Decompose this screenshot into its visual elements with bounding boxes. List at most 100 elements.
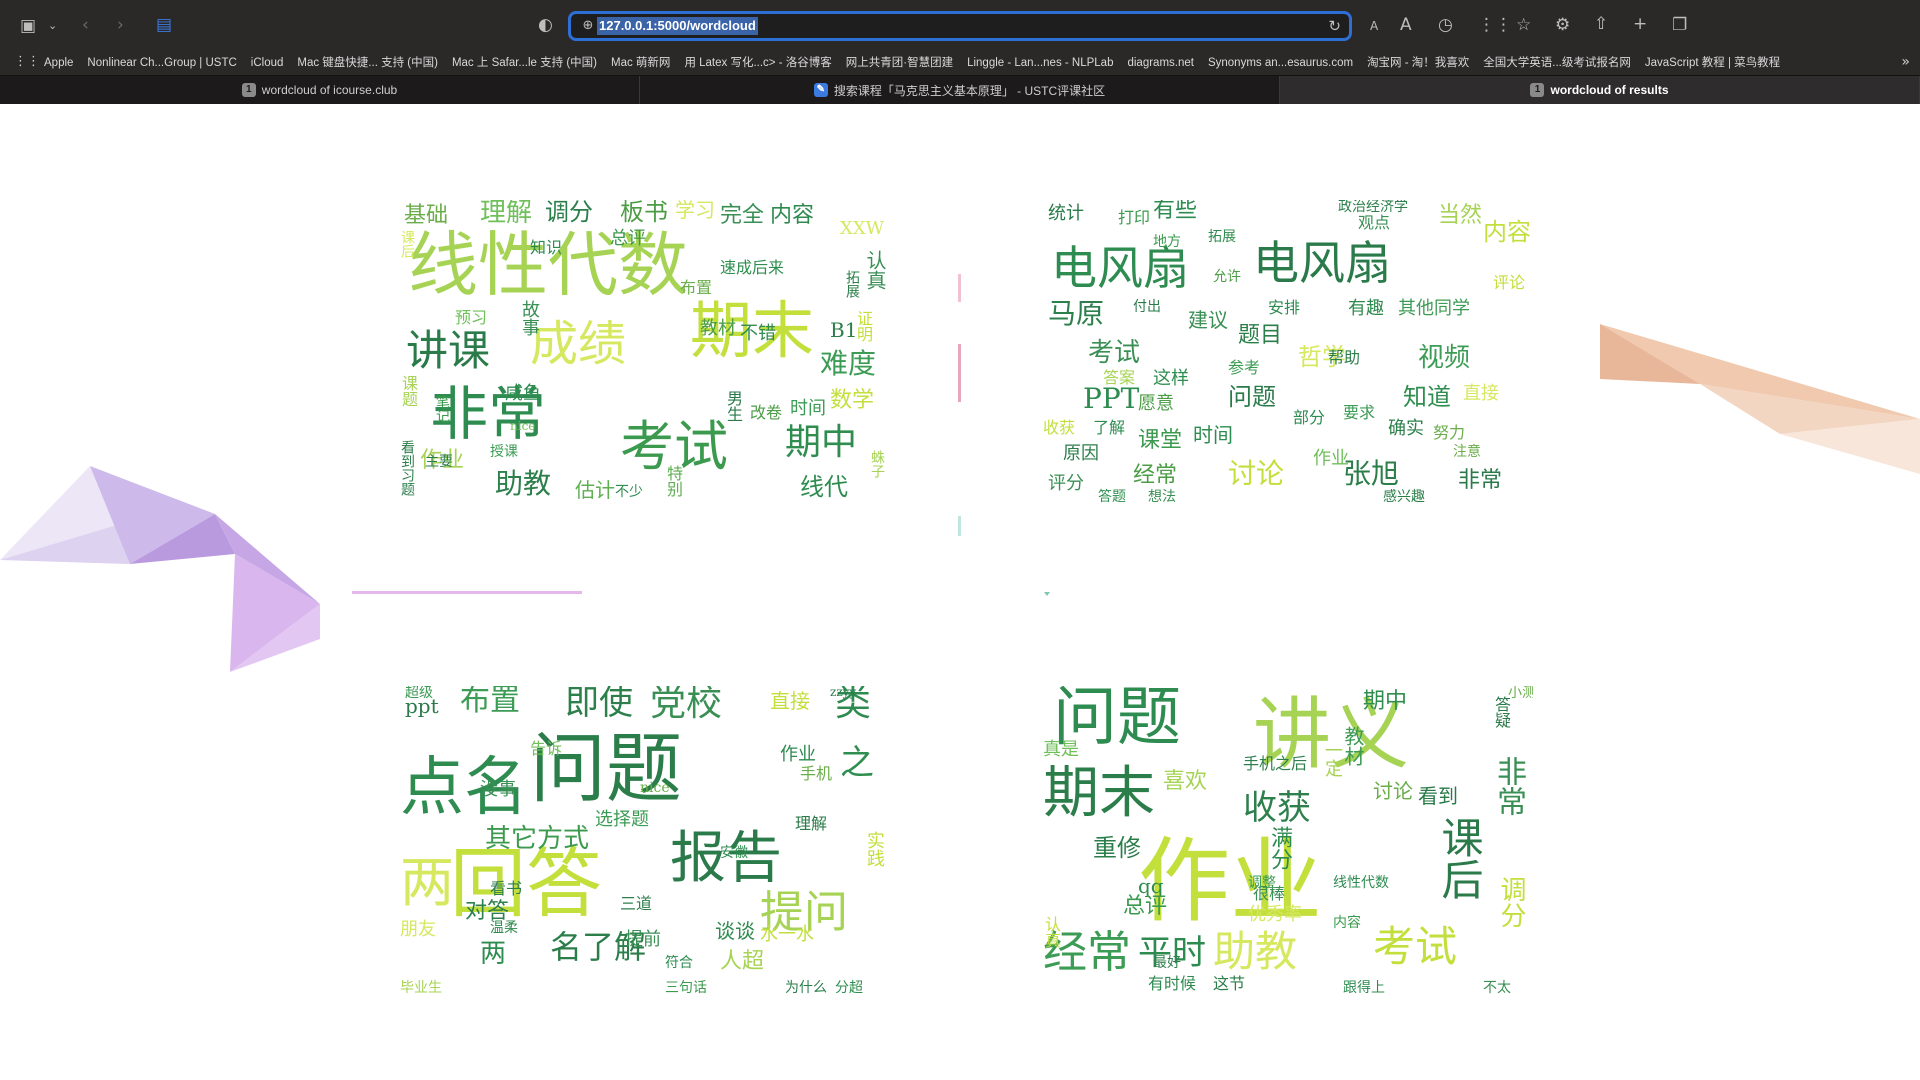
chevron-down-icon[interactable]: ⌄ xyxy=(48,16,57,36)
word-1-41: 拓展 xyxy=(844,270,860,298)
tab-label: wordcloud of icourse.club xyxy=(261,83,398,97)
word-2-32: 统计 xyxy=(1048,203,1084,224)
word-1-26: 时间 xyxy=(790,398,826,419)
word-1-31: 看到习题 xyxy=(400,440,415,496)
bookmark-item[interactable]: Nonlinear Ch...Group | USTC xyxy=(87,56,236,71)
history-icon[interactable]: ◷ xyxy=(1438,15,1453,35)
word-4-19: 看到 xyxy=(1418,784,1458,808)
extensions-grid-icon[interactable]: ⋮⋮ xyxy=(1478,15,1512,35)
reader-icon[interactable]: ▤ xyxy=(156,15,172,35)
bookmark-item[interactable]: Linggle - Lan...nes - NLPLab xyxy=(967,56,1113,71)
bookmark-item[interactable]: JavaScript 教程 | 菜鸟教程 xyxy=(1645,56,1780,71)
word-3-28: 毕业生 xyxy=(400,980,442,996)
tab-favicon-icon: 1 xyxy=(1530,83,1545,97)
word-2-21: 有趣 xyxy=(1348,298,1384,319)
bookmark-item[interactable]: 全国大学英语...级考试报名网 xyxy=(1483,56,1631,71)
word-2-34: 作业 xyxy=(1313,448,1349,469)
word-2-42: 付出 xyxy=(1133,299,1161,315)
reload-icon[interactable]: ↻ xyxy=(1328,16,1341,36)
word-4-27: 有时候 xyxy=(1148,974,1197,993)
word-1-36: 改卷 xyxy=(750,403,783,422)
word-1-9: 理解 xyxy=(480,200,533,228)
word-4-21: 满分 xyxy=(1267,826,1292,870)
bookmark-item[interactable]: 淘宝网 - 淘！我喜欢 xyxy=(1367,56,1469,71)
word-2-36: 要求 xyxy=(1343,403,1376,422)
word-2-5: 考试 xyxy=(1088,338,1141,368)
settings-gear-icon[interactable]: ⚙ xyxy=(1555,15,1570,35)
sidebar-toggle-icon[interactable]: ▣ xyxy=(20,16,36,36)
word-3-33: 超级 xyxy=(405,686,433,701)
word-3-25: 提前 xyxy=(625,929,661,950)
word-3-29: 符合 xyxy=(665,955,693,971)
privacy-shield-icon[interactable]: ◐ xyxy=(538,15,553,35)
word-2-23: 确实 xyxy=(1388,418,1424,439)
bookmark-star-icon[interactable]: ☆ xyxy=(1516,15,1531,35)
word-2-48: 注意 xyxy=(1453,444,1481,460)
apps-grid-icon[interactable]: ⋮⋮ xyxy=(14,54,40,69)
word-4-29: 内容 xyxy=(1333,915,1361,931)
url-text[interactable]: 127.0.0.1:5000/wordcloud xyxy=(597,17,758,35)
word-4-16: 调分 xyxy=(1496,876,1526,928)
bookmark-item[interactable]: 网上共青团·智慧团建 xyxy=(846,56,953,71)
bookmark-item[interactable]: iCloud xyxy=(251,56,284,71)
word-2-10: 知道 xyxy=(1403,383,1451,411)
tab-label: wordcloud of results xyxy=(1550,83,1669,97)
bookmark-item[interactable]: Mac 上 Safar...le 支持 (中国) xyxy=(452,56,597,71)
word-1-17: 估计 xyxy=(575,478,615,502)
new-tab-plus-icon[interactable]: + xyxy=(1633,14,1647,34)
word-3-20: 人超 xyxy=(720,949,765,974)
word-2-3: PPT xyxy=(1083,382,1140,415)
word-1-35: 男生 xyxy=(724,390,743,422)
word-4-17: 期中 xyxy=(1363,689,1408,714)
word-2-6: 张旭 xyxy=(1343,457,1400,490)
word-3-8: 党校 xyxy=(650,686,723,724)
word-3-27: 朋友 xyxy=(400,919,436,940)
word-2-12: 课堂 xyxy=(1138,428,1183,453)
word-1-32: 总评 xyxy=(610,228,646,249)
tab-favicon-icon: 1 xyxy=(241,83,256,97)
word-1-5: 成绩 xyxy=(530,316,627,372)
bookmark-item[interactable]: Synonyms an...esaurus.com xyxy=(1208,56,1353,71)
word-3-7: 即使 xyxy=(565,686,633,723)
word-3-23: 理解 xyxy=(795,814,828,833)
word-2-40: 拓展 xyxy=(1208,229,1236,245)
word-2-44: 安排 xyxy=(1268,298,1301,317)
wordcloud-image-4: 作业 讲义 问题 期末 经常 助教 考试 课后 平时 收获 非常 重修 喜欢 qq 总评 调分 期中 讨论 看到 教材… xyxy=(1043,686,1533,996)
word-3-21: 作业 xyxy=(780,744,816,765)
forward-icon[interactable]: › xyxy=(117,15,124,35)
word-1-43: 不少 xyxy=(615,484,643,500)
word-4-13: 喜欢 xyxy=(1163,769,1208,794)
word-2-51: 想法 xyxy=(1148,489,1176,505)
bookmark-item[interactable]: Mac 萌新网 xyxy=(611,56,670,71)
word-3-26: 看书 xyxy=(490,879,523,898)
bookmark-item[interactable]: Apple xyxy=(44,56,73,71)
word-3-31: 为什么 xyxy=(785,980,827,996)
text-smaller-icon[interactable]: A xyxy=(1370,16,1378,36)
word-4-12: 重修 xyxy=(1093,834,1141,862)
more-bookmarks-icon[interactable]: » xyxy=(1901,54,1910,70)
word-1-39: 故事 xyxy=(519,300,540,336)
word-3-24: 水一水 xyxy=(760,924,814,945)
tab-wordcloud-icourse[interactable]: 1 wordcloud of icourse.club xyxy=(0,76,640,104)
tab-wordcloud-results[interactable]: 1 wordcloud of results xyxy=(1280,76,1920,104)
bookmark-item[interactable]: 用 Latex 写化...c> - 洛谷博客 xyxy=(684,56,831,71)
word-1-33: 速成后来 xyxy=(720,258,785,277)
word-2-7: 讨论 xyxy=(1228,457,1285,490)
bookmark-item[interactable]: Mac 键盘快捷... 支持 (中国) xyxy=(297,56,438,71)
tab-overview-icon[interactable]: ❐ xyxy=(1672,15,1687,35)
word-2-49: 感兴趣 xyxy=(1383,489,1425,505)
word-2-29: 答案 xyxy=(1103,368,1136,387)
back-icon[interactable]: ‹ xyxy=(82,15,89,35)
bookmark-item[interactable]: diagrams.net xyxy=(1127,56,1193,71)
word-1-46: 笔记 xyxy=(434,395,450,423)
word-4-6: 助教 xyxy=(1213,927,1298,976)
word-2-31: 这样 xyxy=(1153,368,1189,389)
tab-search-course[interactable]: ✎ 搜索课程「马克思主义基本原理」 - USTC评课社区 xyxy=(640,76,1280,104)
tab-favicon-icon: ✎ xyxy=(813,83,828,97)
text-larger-icon[interactable]: A xyxy=(1400,15,1412,35)
word-3-39: nice xyxy=(640,780,670,796)
word-2-9: 问题 xyxy=(1228,383,1276,411)
word-4-22: 优秀率 xyxy=(1248,904,1302,925)
address-bar[interactable]: ⊕ 127.0.0.1:5000/wordcloud ↻ xyxy=(568,11,1352,41)
share-icon[interactable]: ⇧ xyxy=(1594,14,1608,34)
